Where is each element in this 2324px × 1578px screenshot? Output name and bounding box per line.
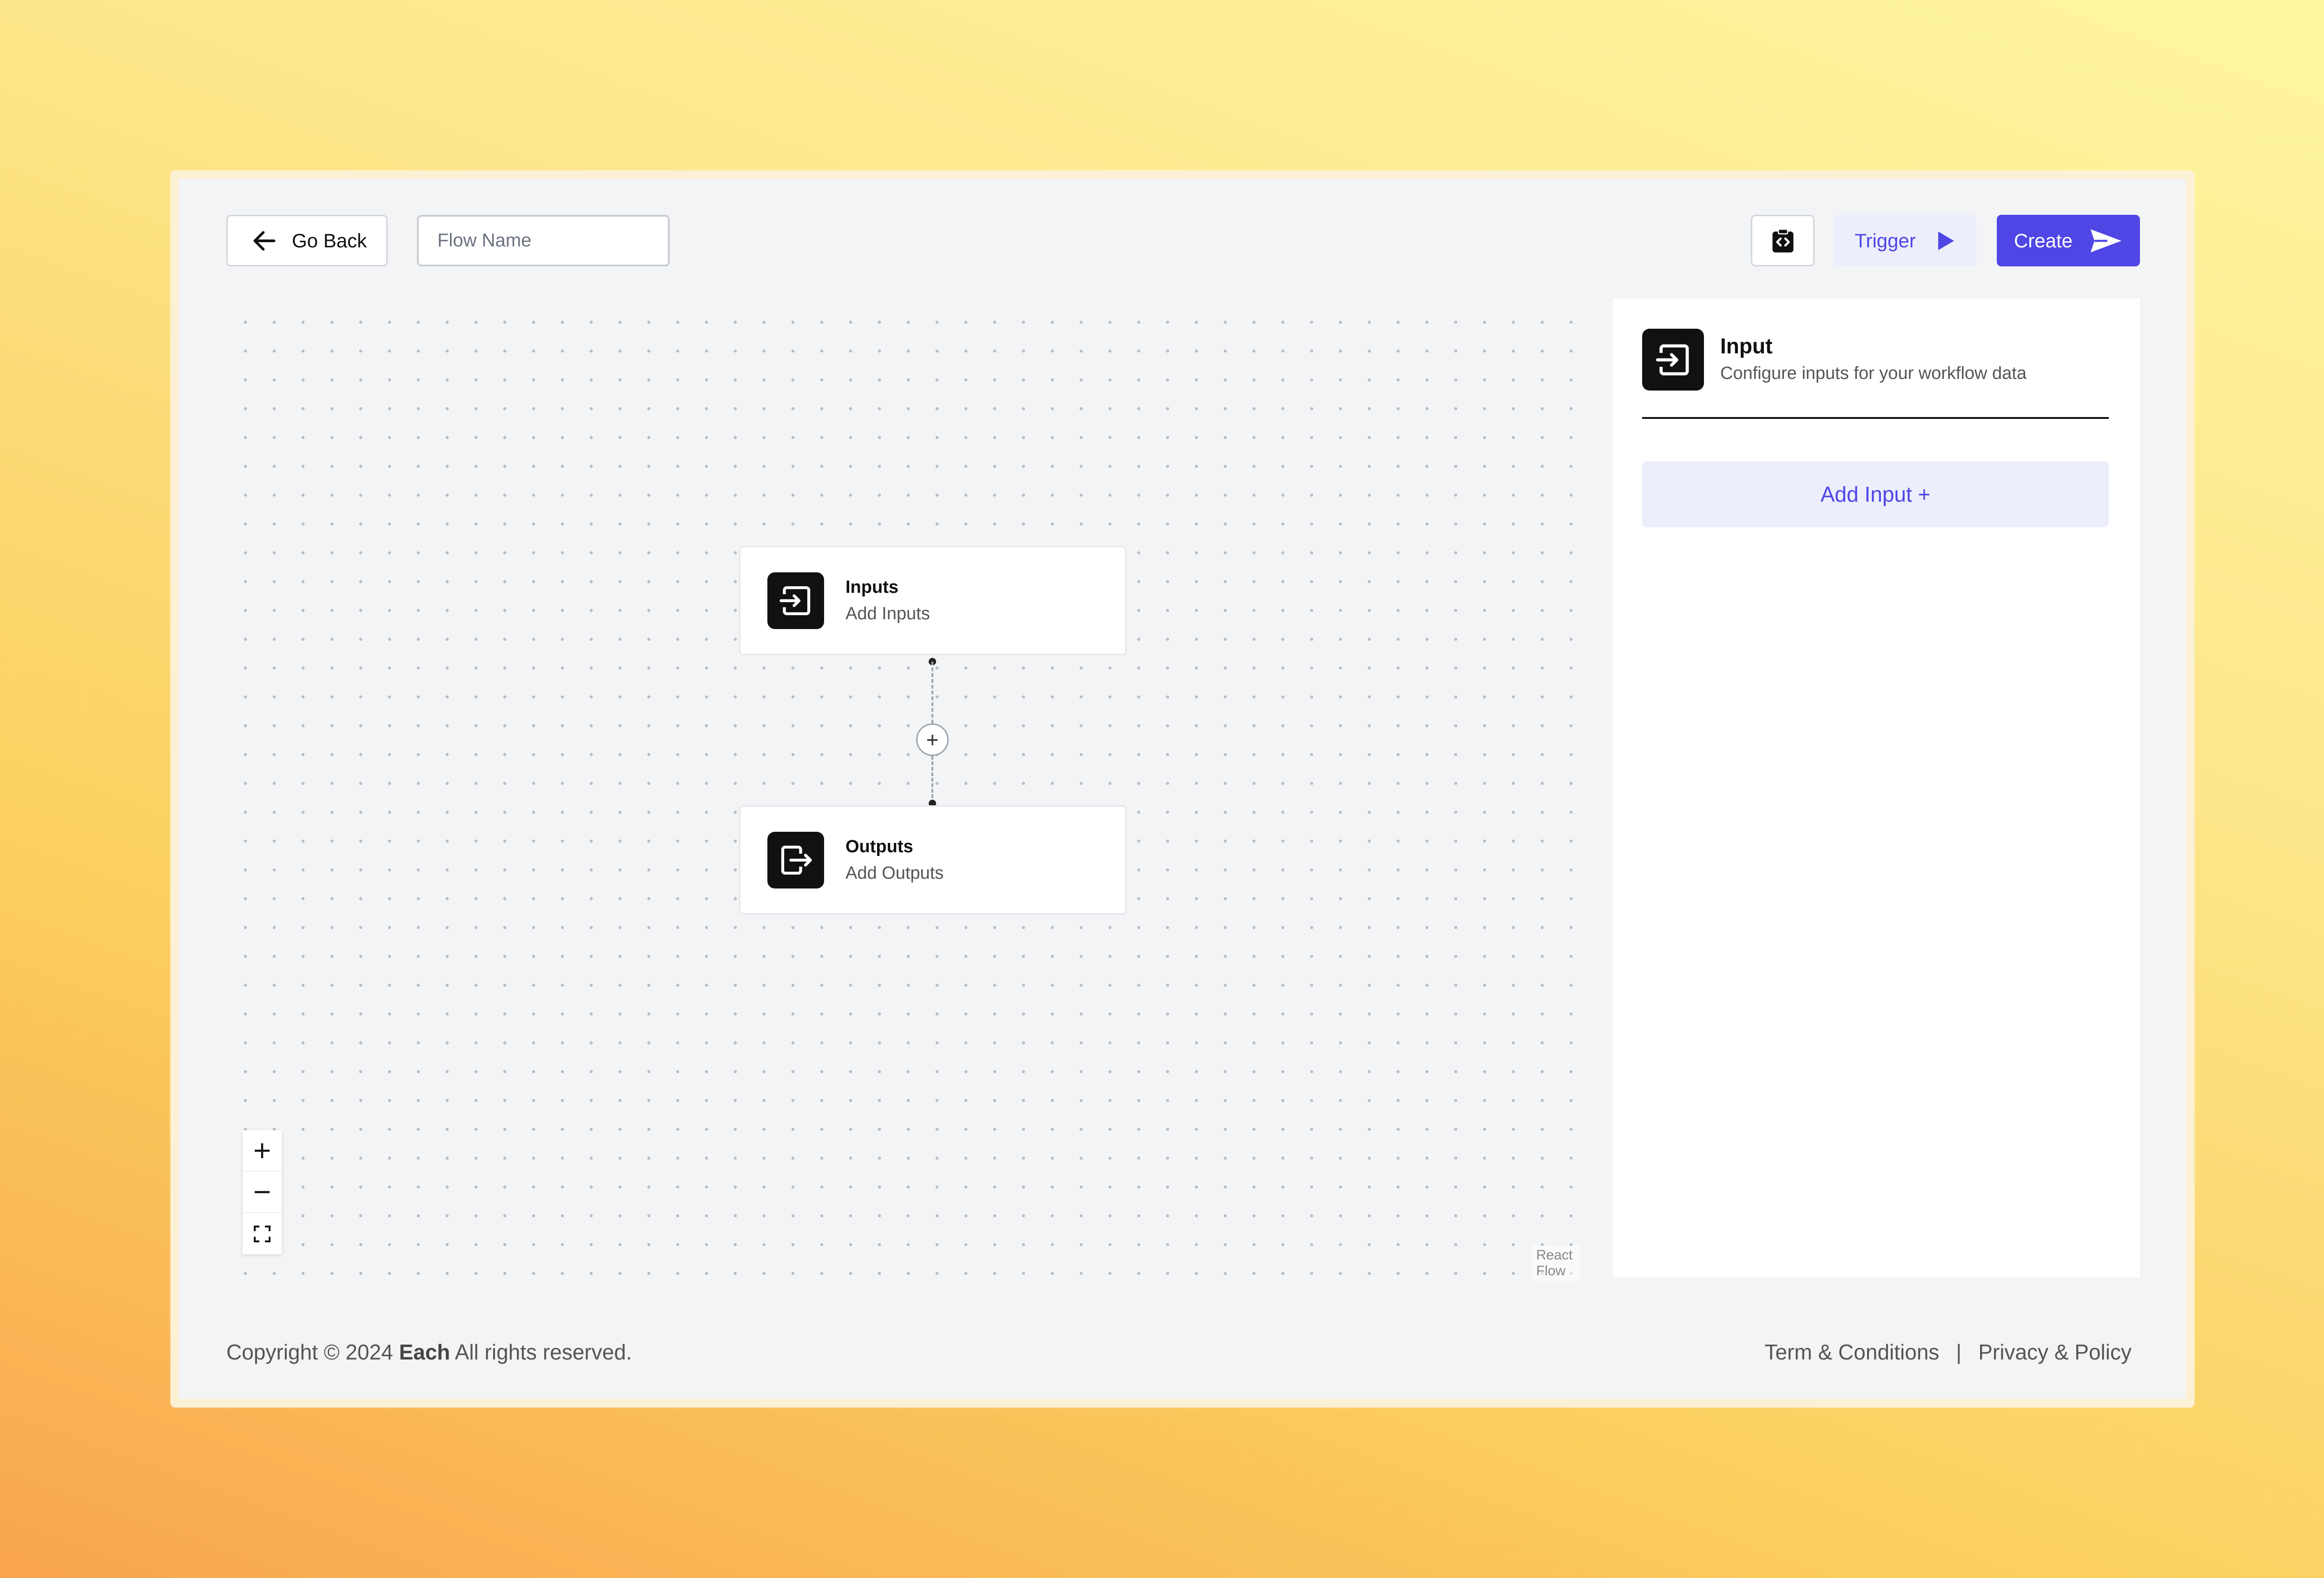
trigger-label: Trigger — [1855, 229, 1916, 252]
node-subtitle: Add Outputs — [845, 863, 944, 883]
arrow-left-icon — [253, 231, 276, 251]
add-node-button[interactable]: + — [916, 723, 949, 756]
minus-icon — [255, 1191, 270, 1193]
copyright-suffix: All rights reserved. — [455, 1340, 632, 1364]
footer-separator: | — [1956, 1340, 1962, 1364]
code-view-button[interactable] — [1751, 215, 1815, 266]
play-icon — [1938, 231, 1954, 250]
canvas-controls — [243, 1130, 282, 1254]
node-subtitle: Add Inputs — [845, 603, 930, 623]
brand-name: Each — [399, 1340, 450, 1364]
go-back-button[interactable]: Go Back — [226, 215, 388, 266]
go-back-label: Go Back — [292, 229, 367, 252]
input-node-icon — [767, 572, 824, 629]
footer-links: Term & Conditions | Privacy & Policy — [1764, 1339, 2132, 1365]
trigger-button[interactable]: Trigger — [1833, 215, 1976, 266]
create-button[interactable]: Create — [1997, 215, 2140, 266]
panel-title: Input — [1720, 334, 1773, 358]
copyright: Copyright © 2024 Each All rights reserve… — [226, 1339, 632, 1365]
outputs-node[interactable]: Outputs Add Outputs — [739, 805, 1127, 915]
fit-view-button[interactable] — [243, 1213, 282, 1254]
output-node-icon — [767, 831, 824, 888]
edge-segment — [931, 662, 933, 723]
edge-segment — [931, 756, 933, 803]
copyright-prefix: Copyright © 2024 — [226, 1340, 393, 1364]
plus-icon: + — [926, 728, 939, 752]
node-title: Outputs — [845, 836, 913, 856]
privacy-link[interactable]: Privacy & Policy — [1978, 1339, 2132, 1365]
app-window: Go Back Trigger Create — [171, 171, 2194, 1407]
plus-icon — [255, 1143, 270, 1158]
send-icon — [2090, 229, 2122, 252]
inputs-node[interactable]: Inputs Add Inputs — [739, 546, 1127, 655]
input-panel-icon — [1642, 329, 1704, 391]
fullscreen-icon — [254, 1225, 271, 1242]
add-input-button[interactable]: Add Input + — [1642, 461, 2109, 527]
node-title: Inputs — [845, 577, 898, 597]
create-label: Create — [2014, 229, 2073, 252]
zoom-out-button[interactable] — [243, 1172, 282, 1213]
code-clipboard-icon — [1772, 228, 1793, 252]
terms-link[interactable]: Term & Conditions — [1764, 1339, 1939, 1365]
config-panel: Input Configure inputs for your workflow… — [1613, 298, 2140, 1277]
react-flow-attribution[interactable]: React Flow — [1532, 1246, 1580, 1281]
zoom-in-button[interactable] — [243, 1130, 282, 1172]
flow-canvas[interactable]: Inputs Add Inputs + Outputs Add Outputs — [226, 298, 1580, 1282]
panel-divider — [1642, 417, 2109, 419]
flow-name-input[interactable] — [417, 215, 670, 266]
panel-subtitle: Configure inputs for your workflow data — [1720, 364, 2027, 383]
